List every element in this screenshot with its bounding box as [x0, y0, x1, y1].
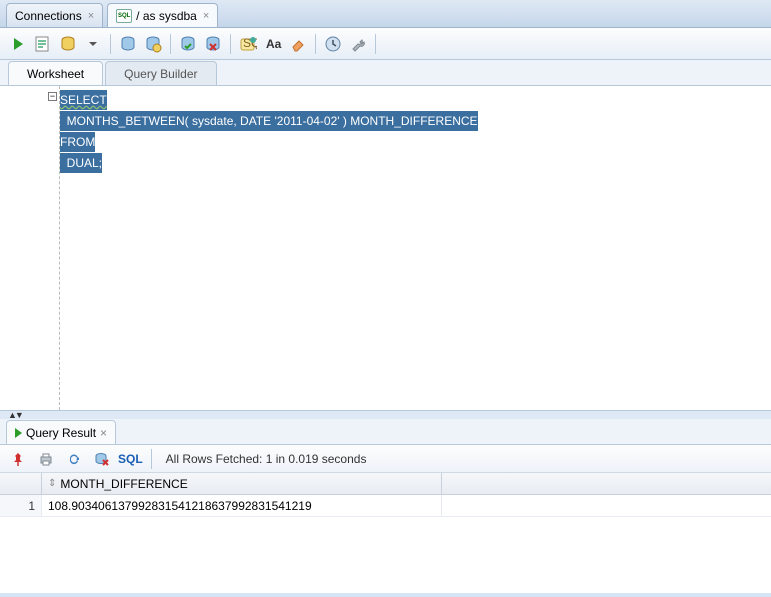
tab-label: Query Builder: [124, 67, 197, 81]
toolbar-separator: [230, 34, 231, 54]
main-toolbar: SQL Aa: [0, 28, 771, 60]
dropdown-arrow[interactable]: [81, 32, 105, 56]
unshared-worksheet-button[interactable]: SQL: [236, 32, 260, 56]
settings-button[interactable]: [346, 32, 370, 56]
tab-label: Worksheet: [27, 67, 84, 81]
tab-connections[interactable]: Connections ×: [6, 3, 103, 27]
run-button[interactable]: [6, 32, 30, 56]
clock-icon: [324, 35, 342, 53]
db-auto-icon: [144, 35, 162, 53]
sort-icon: ⇕: [48, 478, 56, 489]
db-rollback-icon: [204, 35, 222, 53]
history-button[interactable]: [321, 32, 345, 56]
toolbar-separator: [375, 34, 376, 54]
toolbar-separator: [170, 34, 171, 54]
text-case-icon: Aa: [264, 35, 282, 53]
code-keyword: SELECT: [60, 93, 107, 107]
cancel-button[interactable]: [90, 447, 114, 471]
close-icon[interactable]: ×: [100, 426, 107, 440]
db-trace-icon: [59, 35, 77, 53]
play-icon: [14, 38, 23, 50]
code-text: MONTHS_BETWEEN( sysdate, DATE '2011-04-0…: [60, 114, 478, 128]
file-tabs-bar: Connections × SQL / as sysdba ×: [0, 0, 771, 28]
sql-file-icon: SQL: [116, 9, 132, 23]
table-row[interactable]: 1 108.9034061379928315412186379928315412…: [0, 495, 771, 517]
result-tabs-bar: Query Result ×: [0, 419, 771, 445]
sql-editor[interactable]: − SELECT MONTHS_BETWEEN( sysdate, DATE '…: [0, 86, 771, 411]
eraser-icon: [289, 35, 307, 53]
explain-plan-button[interactable]: [116, 32, 140, 56]
column-name: MONTH_DIFFERENCE: [60, 477, 187, 491]
code-text: DUAL;: [60, 156, 102, 170]
tab-label: Connections: [15, 9, 82, 23]
rownum-header: [0, 473, 42, 494]
grid-header: ⇕ MONTH_DIFFERENCE: [0, 473, 771, 495]
close-icon[interactable]: ×: [88, 10, 94, 22]
wrench-icon: [349, 35, 367, 53]
tab-label: / as sysdba: [136, 9, 197, 23]
pin-button[interactable]: [6, 447, 30, 471]
printer-icon: [38, 451, 54, 467]
clear-button[interactable]: [286, 32, 310, 56]
worksheet-tabs: Worksheet Query Builder: [0, 60, 771, 86]
sql-new-icon: SQL: [239, 35, 257, 53]
row-number: 1: [0, 495, 42, 516]
tab-sysdba[interactable]: SQL / as sysdba ×: [107, 3, 218, 27]
play-icon: [15, 428, 22, 438]
db-cancel-icon: [94, 451, 110, 467]
commit-button[interactable]: [176, 32, 200, 56]
autotrace-db-button[interactable]: [141, 32, 165, 56]
db-commit-icon: [179, 35, 197, 53]
to-upper-button[interactable]: Aa: [261, 32, 285, 56]
cell-value[interactable]: 108.903406137992831541218637992831541219: [42, 495, 442, 516]
code-keyword: FROM: [60, 135, 95, 149]
tab-label: Query Result: [26, 426, 96, 440]
results-grid: ⇕ MONTH_DIFFERENCE 1 108.903406137992831…: [0, 473, 771, 593]
rollback-button[interactable]: [201, 32, 225, 56]
db-explain-icon: [119, 35, 137, 53]
close-icon[interactable]: ×: [203, 10, 209, 22]
autotrace-button[interactable]: [56, 32, 80, 56]
fold-toggle[interactable]: −: [48, 92, 57, 101]
code-area[interactable]: SELECT MONTHS_BETWEEN( sysdate, DATE '20…: [60, 86, 771, 410]
toolbar-separator: [110, 34, 111, 54]
result-toolbar: SQL All Rows Fetched: 1 in 0.019 seconds: [0, 445, 771, 473]
panel-splitter[interactable]: ▲▼: [0, 411, 771, 419]
editor-gutter: −: [0, 86, 60, 410]
svg-text:Aa: Aa: [266, 37, 282, 51]
print-button[interactable]: [34, 447, 58, 471]
tab-query-result[interactable]: Query Result ×: [6, 420, 116, 444]
script-icon: [34, 35, 52, 53]
column-header[interactable]: ⇕ MONTH_DIFFERENCE: [42, 473, 442, 494]
tab-query-builder[interactable]: Query Builder: [105, 61, 216, 85]
toolbar-separator: [151, 449, 152, 469]
fetch-status: All Rows Fetched: 1 in 0.019 seconds: [166, 452, 367, 466]
sql-link[interactable]: SQL: [118, 452, 143, 466]
toolbar-separator: [315, 34, 316, 54]
run-script-button[interactable]: [31, 32, 55, 56]
splitter-arrows-icon: ▲▼: [8, 410, 22, 420]
refresh-icon: [66, 451, 82, 467]
refresh-button[interactable]: [62, 447, 86, 471]
tab-worksheet[interactable]: Worksheet: [8, 61, 103, 85]
pin-icon: [10, 451, 26, 467]
chevron-down-icon: [89, 40, 97, 48]
